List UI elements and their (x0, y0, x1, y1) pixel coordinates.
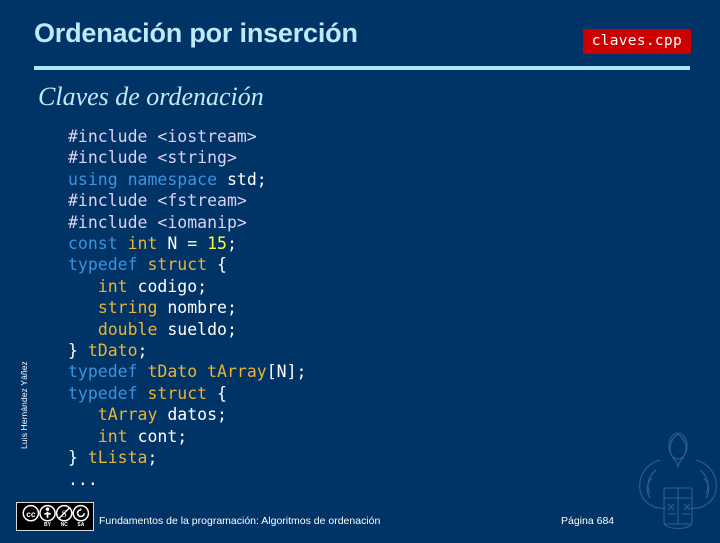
code-line: typedef tDato tArray[N]; (68, 361, 306, 382)
code-token: N = (167, 234, 208, 254)
code-line: tArray datos; (68, 404, 306, 425)
code-token: string (97, 298, 168, 318)
code-line: const int N = 15; (68, 233, 306, 254)
code-line: int codigo; (68, 276, 306, 297)
code-token: using namespace (68, 169, 227, 189)
page-subtitle: Claves de ordenación (38, 82, 264, 111)
university-seal-watermark (630, 426, 720, 538)
code-line: double sueldo; (68, 319, 306, 340)
code-token: cont; (137, 426, 188, 446)
code-token: tDato (87, 341, 138, 361)
code-line: using namespace std; (68, 169, 306, 190)
code-block: #include <iostream> #include <string> usin… (68, 126, 306, 490)
svg-text:SA: SA (77, 522, 84, 528)
code-token: typedef (68, 362, 148, 382)
code-token: sueldo; (167, 319, 237, 339)
code-line: #include <fstream> (68, 190, 306, 211)
code-line: typedef struct { (68, 383, 306, 404)
code-token: struct (147, 383, 218, 403)
code-line: int cont; (68, 426, 306, 447)
code-line: } tDato; (68, 340, 306, 361)
code-token: int (97, 276, 138, 296)
code-line: #include <iostream> (68, 126, 306, 147)
code-token: typedef (68, 255, 148, 275)
code-token: int (127, 234, 168, 254)
code-token: #include <string> (68, 148, 237, 168)
svg-text:cc: cc (26, 509, 36, 519)
code-token: typedef (68, 383, 148, 403)
code-token: ; (147, 448, 158, 468)
code-token: tLista (87, 448, 148, 468)
code-token: #include <iomanip> (68, 212, 247, 232)
code-token: } (68, 448, 88, 468)
code-token: const (68, 234, 128, 254)
page-number: Página 684 (561, 515, 615, 527)
code-token: ; (226, 234, 237, 254)
code-line: #include <string> (68, 147, 306, 168)
code-token: nombre; (167, 298, 237, 318)
title-divider (34, 66, 690, 70)
svg-text:NC: NC (61, 522, 69, 528)
author-credit-vertical: Luis Hernández Yáñez (19, 361, 29, 449)
code-token: [N]; (266, 362, 307, 382)
code-token: struct (147, 255, 218, 275)
code-token: tDato tArray (147, 362, 267, 382)
code-token: datos; (167, 405, 227, 425)
code-line: typedef struct { (68, 254, 306, 275)
code-token: codigo; (137, 276, 208, 296)
footer-caption: Fundamentos de la programación: Algoritm… (99, 515, 381, 527)
code-line: #include <iomanip> (68, 212, 306, 233)
code-line: ... (68, 469, 306, 490)
creative-commons-badge-icon: cc S BY NC SA (16, 502, 94, 531)
code-token: int (97, 426, 138, 446)
svg-text:BY: BY (44, 522, 52, 528)
page-title: Ordenación por inserción (34, 18, 358, 48)
code-token: tArray (97, 405, 168, 425)
code-line: string nombre; (68, 297, 306, 318)
code-token: { (217, 255, 227, 275)
code-token: { (217, 383, 227, 403)
code-token: 15 (207, 234, 227, 254)
source-file-badge: claves.cpp (582, 29, 691, 54)
code-token: ... (68, 469, 98, 489)
code-line: } tLista; (68, 447, 306, 468)
code-token: ; (137, 341, 148, 361)
code-token: } (68, 341, 88, 361)
code-token: std; (226, 169, 267, 189)
code-token: double (97, 319, 168, 339)
code-token: #include <iostream> (68, 127, 257, 146)
code-token: #include <fstream> (68, 191, 247, 211)
